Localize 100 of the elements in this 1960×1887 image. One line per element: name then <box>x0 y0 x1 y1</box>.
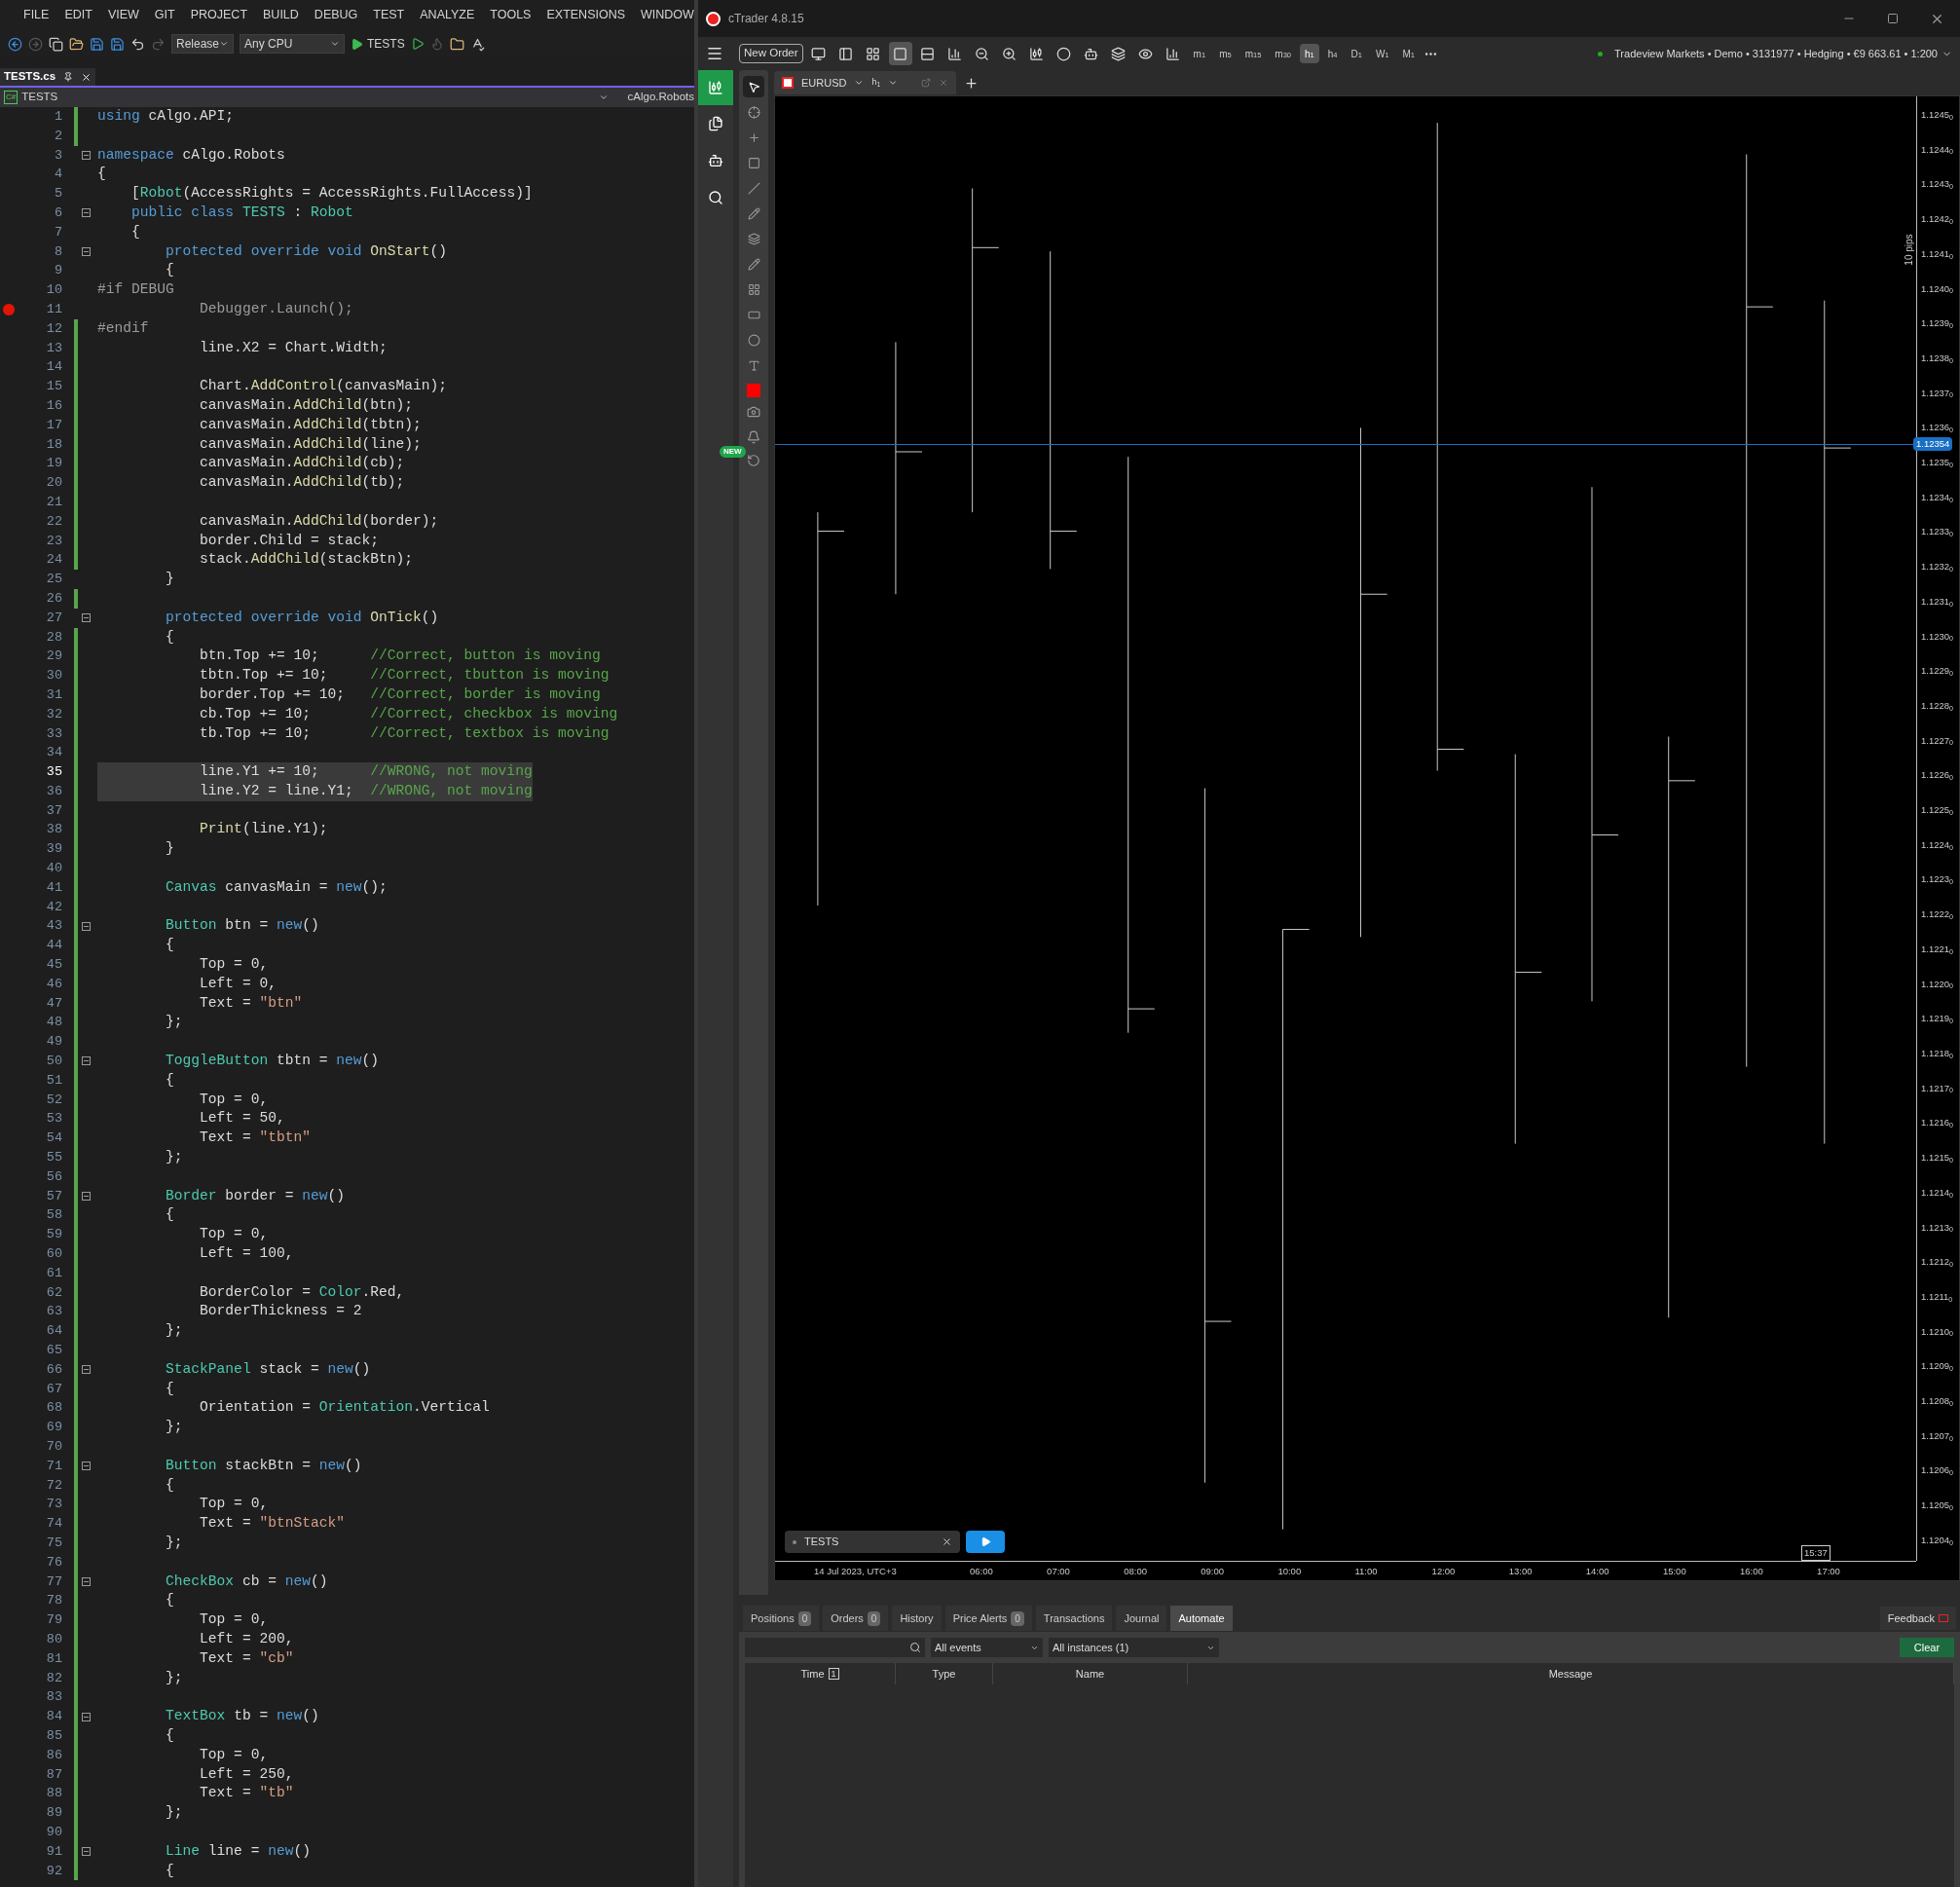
add-tab-icon[interactable] <box>964 75 980 91</box>
timeframe-button[interactable]: m$_{5}$ <box>1214 44 1237 63</box>
file-tab[interactable]: TESTS.cs <box>0 68 96 86</box>
menu-item[interactable]: FILE <box>23 5 50 24</box>
count-badge: 0 <box>797 1610 812 1626</box>
panel-tab[interactable]: Price Alerts 0 <box>944 1606 1032 1631</box>
symbol-label[interactable]: EURUSD <box>801 74 847 92</box>
code-line: BorderThickness = 2 <box>199 1302 362 1321</box>
time-label: 10:00 <box>1277 1565 1302 1578</box>
menu-item[interactable]: GIT <box>154 5 175 24</box>
panel-tab[interactable]: History <box>892 1606 942 1631</box>
start-button[interactable]: TESTS <box>351 35 405 53</box>
new-project-icon[interactable] <box>49 36 63 52</box>
timeframe-button[interactable]: h$_{1}$ <box>1300 44 1319 63</box>
clear-button[interactable]: Clear <box>1900 1638 1954 1657</box>
open-folder-icon[interactable] <box>69 36 84 52</box>
timeframe-button[interactable]: W$_{1}$ <box>1370 44 1394 63</box>
panel-tab[interactable]: Transactions <box>1035 1606 1113 1631</box>
panel-tab[interactable]: Positions 0 <box>743 1606 820 1631</box>
collapse-icon[interactable] <box>82 246 91 256</box>
alert-icon[interactable] <box>747 430 760 444</box>
collapse-icon[interactable] <box>82 1847 91 1857</box>
back-icon[interactable] <box>8 36 22 52</box>
menu-item[interactable]: EDIT <box>64 5 92 24</box>
account-info[interactable]: Tradeview Markets • Demo • 3131977 • Hedging • €9 663.61 • 1:200 <box>1614 45 1938 62</box>
pin-icon[interactable] <box>63 72 74 82</box>
search-field[interactable] <box>745 1638 925 1657</box>
replay-icon[interactable] <box>747 454 760 467</box>
timeframe-button[interactable]: h$_{4}$ <box>1322 44 1343 63</box>
single-layout-icon[interactable] <box>888 42 912 65</box>
menu-item[interactable]: TOOLS <box>490 5 532 24</box>
instances-dropdown[interactable]: All instances (1) <box>1049 1638 1219 1657</box>
collapse-icon[interactable] <box>82 613 91 623</box>
feedback-button[interactable]: Feedback <box>1879 1607 1956 1630</box>
code-line: { <box>97 165 106 184</box>
chart-tab[interactable]: EURUSD h$_{1}$ <box>774 71 957 94</box>
line-number: 75 <box>45 1534 62 1552</box>
platform-dropdown[interactable]: Any CPU <box>240 34 345 54</box>
current-price-tag: 1.12354 <box>1913 437 1953 452</box>
caret-icon[interactable] <box>888 78 899 88</box>
configuration-dropdown[interactable]: Release <box>171 34 234 54</box>
timeframe-button[interactable]: m$_{15}$ <box>1239 44 1267 63</box>
save-icon[interactable] <box>90 36 104 52</box>
save-all-icon[interactable] <box>110 36 125 52</box>
menu-item[interactable]: EXTENSIONS <box>546 5 626 24</box>
timeframe-button[interactable]: M$_{1}$ <box>1397 44 1421 63</box>
color-swatch[interactable] <box>747 384 760 397</box>
close-icon[interactable] <box>81 71 92 83</box>
caret-icon[interactable] <box>854 78 865 88</box>
timeframe-label[interactable]: h$_{1}$ <box>871 76 881 90</box>
timeframe-button[interactable]: D$_{1}$ <box>1346 44 1367 63</box>
menu-item[interactable]: WINDOW <box>641 5 694 24</box>
menu-item[interactable]: ANALYZE <box>420 5 475 24</box>
caret-icon[interactable] <box>598 92 609 102</box>
code-line: } <box>165 839 174 859</box>
new-order-button[interactable]: New Order <box>739 44 803 63</box>
timeframe-button[interactable]: m$_{1}$ <box>1188 44 1211 63</box>
line-number: 83 <box>45 1688 62 1707</box>
maximize-icon[interactable] <box>1887 13 1899 24</box>
code-line: Text = "btn" <box>199 993 303 1013</box>
undo-icon[interactable] <box>130 36 145 52</box>
line-number: 86 <box>45 1746 62 1764</box>
bot-instance[interactable]: TESTS <box>785 1531 960 1553</box>
timeframe-button[interactable]: m$_{30}$ <box>1270 44 1296 63</box>
collapse-icon[interactable] <box>82 1462 91 1471</box>
project-dropdown[interactable]: TESTS <box>21 89 58 106</box>
panel-tab[interactable]: Automate <box>1170 1606 1233 1631</box>
camera-icon[interactable] <box>747 405 760 419</box>
play-button[interactable] <box>966 1531 1005 1553</box>
panel-tab[interactable]: Journal <box>1116 1606 1167 1631</box>
collapse-icon[interactable] <box>82 1192 91 1201</box>
folder-search-icon[interactable] <box>449 36 464 52</box>
code-line: }; <box>165 1533 183 1552</box>
close-icon[interactable] <box>942 1536 952 1547</box>
code-line: canvasMain.AddChild(line); <box>199 434 422 454</box>
collapse-icon[interactable] <box>82 921 91 931</box>
menu-item[interactable]: DEBUG <box>314 5 358 24</box>
code-line: ToggleButton tbtn = new() <box>165 1052 379 1071</box>
breakpoint-icon[interactable] <box>3 303 15 315</box>
collapse-icon[interactable] <box>82 151 91 160</box>
panel-tab[interactable]: Orders 0 <box>823 1606 889 1631</box>
code-line: { <box>130 222 140 241</box>
collapse-icon[interactable] <box>82 1056 91 1066</box>
collapse-icon[interactable] <box>82 208 91 218</box>
menu-icon[interactable] <box>706 45 723 62</box>
scope-dropdown[interactable]: cAlgo.Robots <box>611 89 694 106</box>
events-dropdown[interactable]: All events <box>931 1638 1043 1657</box>
code-line: public class TESTS : Robot <box>130 204 353 222</box>
menu-item[interactable]: PROJECT <box>190 5 248 24</box>
menu-item[interactable]: BUILD <box>263 5 299 24</box>
collapse-icon[interactable] <box>82 1712 91 1721</box>
code-line: Text = "btnStack" <box>199 1514 345 1534</box>
line-number: 29 <box>45 648 62 666</box>
collapse-icon[interactable] <box>82 1576 91 1586</box>
start-without-debug-icon[interactable] <box>410 37 425 51</box>
menu-item[interactable]: VIEW <box>107 5 139 24</box>
collapse-icon[interactable] <box>82 1365 91 1375</box>
menu-item[interactable]: TEST <box>373 5 405 24</box>
line-number: 61 <box>45 1264 62 1282</box>
pointer-icon[interactable] <box>743 76 764 97</box>
